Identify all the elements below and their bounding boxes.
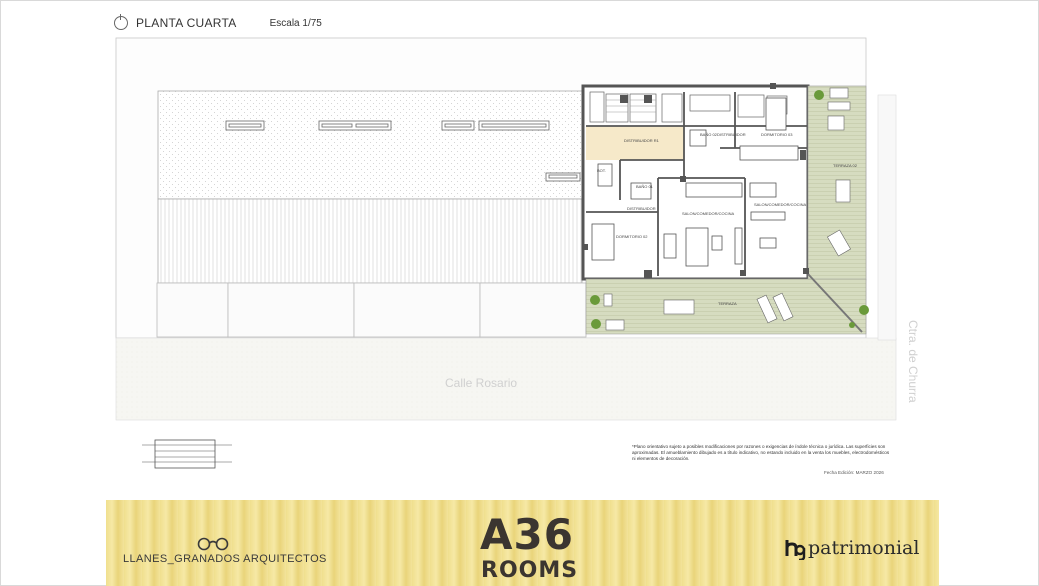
plan-disclaimer: *Plano orientativo sujeto a posibles mod…	[632, 444, 890, 461]
hg-logo-icon	[785, 540, 806, 560]
edition-date: Fecha Edición: MARZO 2026	[824, 470, 884, 475]
label-bot: BOT.	[597, 168, 606, 173]
brand-logo-sub: ROOMS	[481, 558, 579, 583]
brand-logo-main: A36	[480, 510, 574, 559]
label-salon-left: SALON/COMEDOR/COCINA	[682, 211, 735, 216]
glasses-icon	[197, 537, 229, 551]
label-terraza: TERRAZA	[718, 301, 737, 306]
street-calle-rosario: Calle Rosario	[445, 376, 518, 390]
label-bano-01: BAÑO 01	[636, 184, 653, 189]
label-bano-02: BAÑO 02	[700, 132, 717, 137]
label-distribuidor-top: DISTRIBUIDOR	[717, 132, 746, 137]
label-distribuidor-mid: DISTRIBUIDOR	[627, 206, 656, 211]
label-terraza-02: TERRAZA 02	[833, 163, 858, 168]
developer-name: patrimonial	[808, 537, 920, 559]
label-dormitorio-03: DORMITORIO 03	[761, 132, 793, 137]
label-distribuidor-r1: DISTRIBUIDOR R1	[624, 138, 659, 143]
stair-legend	[142, 439, 232, 469]
floor-plan	[115, 37, 897, 469]
label-salon-right: SALON/COMEDOR/COCINA	[754, 202, 807, 207]
architect-name: LLANES_GRANADOS ARQUITECTOS	[123, 553, 327, 565]
label-dormitorio-02: DORMITORIO 02	[616, 234, 648, 239]
street-ctra-churra: Ctra. de Churra	[906, 320, 920, 403]
